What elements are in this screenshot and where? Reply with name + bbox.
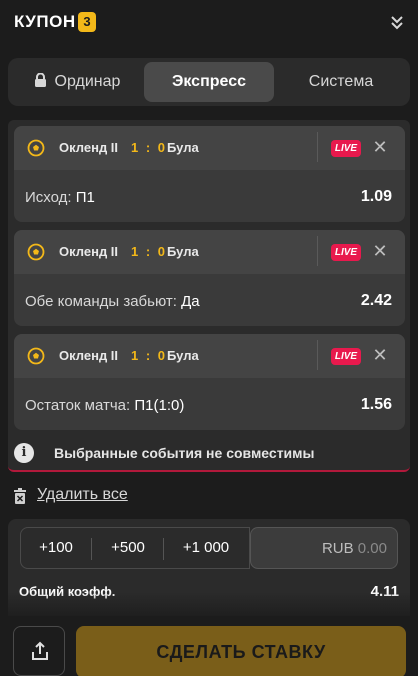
bet-outcome: Исход: П1 1.09 bbox=[14, 170, 405, 222]
bet-type-tabs: Ординар Экспресс Система bbox=[8, 58, 410, 106]
coupon-footer: СДЕЛАТЬ СТАВКУ bbox=[0, 616, 418, 676]
live-badge: LIVE bbox=[331, 348, 361, 365]
quick-add-100-button[interactable]: +100 bbox=[21, 528, 91, 568]
bet-card-header: Окленд II 1 : 0 Була LIVE ✕ bbox=[14, 334, 405, 378]
chevron-double-down-icon[interactable] bbox=[390, 12, 404, 32]
currency-label: RUB bbox=[321, 540, 354, 557]
bet-outcome: Обе команды забьют: Да 2.42 bbox=[14, 274, 405, 326]
incompatible-warning: i Выбранные события не совместимы bbox=[14, 442, 404, 466]
share-icon bbox=[32, 641, 48, 660]
football-icon bbox=[27, 243, 45, 261]
live-badge: LIVE bbox=[331, 140, 361, 157]
divider bbox=[317, 132, 318, 162]
divider bbox=[317, 236, 318, 266]
tab-single[interactable]: Ординар bbox=[12, 62, 142, 102]
bet-card-header: Окленд II 1 : 0 Була LIVE ✕ bbox=[14, 126, 405, 170]
bet-odd: 1.56 bbox=[360, 396, 392, 413]
divider bbox=[317, 340, 318, 370]
lock-icon bbox=[34, 73, 46, 87]
tab-express[interactable]: Экспресс bbox=[144, 62, 274, 102]
market-pick: Да bbox=[181, 293, 200, 310]
football-icon bbox=[27, 139, 45, 157]
bet-card: Окленд II 1 : 0 Була LIVE ✕ Остаток матч… bbox=[14, 334, 405, 430]
divider bbox=[91, 538, 92, 560]
match-score: 1 : 0 bbox=[131, 140, 168, 155]
tab-system[interactable]: Система bbox=[276, 62, 406, 102]
team-away: Була bbox=[167, 244, 199, 259]
bet-card: Окленд II 1 : 0 Була LIVE ✕ Обе команды … bbox=[14, 230, 405, 326]
bet-market: Остаток матча: П1(1:0) bbox=[25, 397, 184, 414]
quick-add-1000-button[interactable]: +1 000 bbox=[163, 528, 249, 568]
bet-odd: 1.09 bbox=[360, 188, 392, 205]
football-icon bbox=[27, 347, 45, 365]
share-button[interactable] bbox=[13, 626, 65, 676]
team-home: Окленд II bbox=[59, 244, 119, 259]
warning-text: Выбранные события не совместимы bbox=[54, 445, 315, 461]
remove-bet-close-icon[interactable]: ✕ bbox=[370, 137, 390, 157]
team-home: Окленд II bbox=[59, 140, 119, 155]
trash-icon bbox=[14, 488, 26, 504]
coupon-bets: Окленд II 1 : 0 Була LIVE ✕ Исход: П1 1.… bbox=[8, 120, 410, 472]
quick-add-500-button[interactable]: +500 bbox=[93, 528, 163, 568]
stake-amount-input[interactable]: RUB 0.00 bbox=[250, 527, 398, 569]
info-icon: i bbox=[14, 443, 34, 463]
team-away: Була bbox=[167, 140, 199, 155]
bet-market: Обе команды забьют: Да bbox=[25, 293, 200, 310]
market-pick: П1 bbox=[75, 189, 95, 206]
delete-all-label: Удалить все bbox=[37, 486, 128, 503]
coupon-header: КУПОН 3 bbox=[0, 0, 418, 46]
bet-card: Окленд II 1 : 0 Була LIVE ✕ Исход: П1 1.… bbox=[14, 126, 405, 222]
market-pick: П1(1:0) bbox=[134, 397, 185, 414]
coupon-count-badge: 3 bbox=[78, 12, 96, 32]
bet-market: Исход: П1 bbox=[25, 189, 95, 206]
market-label: Исход: bbox=[25, 189, 72, 206]
bet-card-header: Окленд II 1 : 0 Була LIVE ✕ bbox=[14, 230, 405, 274]
stake-amount-value: RUB 0.00 bbox=[322, 540, 387, 557]
amount-value: 0.00 bbox=[357, 540, 387, 557]
coupon-title: КУПОН bbox=[14, 12, 76, 31]
market-label: Обе команды забьют: bbox=[25, 293, 177, 310]
remove-bet-close-icon[interactable]: ✕ bbox=[370, 345, 390, 365]
market-label: Остаток матча: bbox=[25, 397, 131, 414]
remove-bet-close-icon[interactable]: ✕ bbox=[370, 241, 390, 261]
bet-outcome: Остаток матча: П1(1:0) 1.56 bbox=[14, 378, 405, 430]
team-away: Була bbox=[167, 348, 199, 363]
team-home: Окленд II bbox=[59, 348, 119, 363]
quick-amount-buttons: +100 +500 +1 000 bbox=[20, 527, 250, 569]
live-badge: LIVE bbox=[331, 244, 361, 261]
match-score: 1 : 0 bbox=[131, 348, 168, 363]
tab-single-label: Ординар bbox=[54, 73, 121, 90]
place-bet-button[interactable]: СДЕЛАТЬ СТАВКУ bbox=[76, 626, 406, 676]
match-score: 1 : 0 bbox=[131, 244, 168, 259]
bet-odd: 2.42 bbox=[360, 292, 392, 309]
